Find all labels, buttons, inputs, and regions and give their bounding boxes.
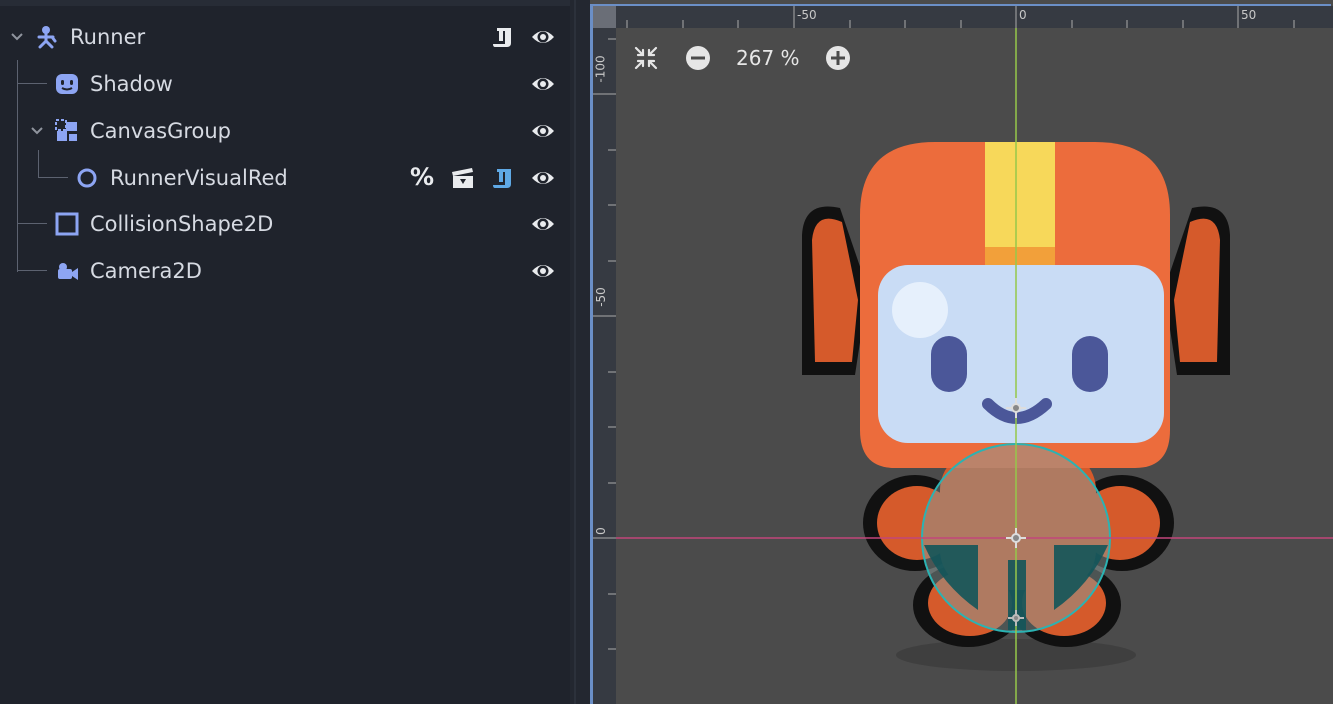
tree-item-label: CollisionShape2D xyxy=(90,212,274,236)
canvas-group-icon xyxy=(55,119,77,141)
camera-icon xyxy=(58,263,78,280)
script-icon[interactable] xyxy=(490,166,516,190)
collision-shape-icon xyxy=(55,212,79,236)
ruler-label: 0 xyxy=(1019,8,1027,22)
ruler-horizontal-ticks xyxy=(626,6,1295,28)
node2d-icon xyxy=(77,168,97,188)
visibility-eye-icon[interactable] xyxy=(530,212,556,236)
tree-item-label: Runner xyxy=(70,25,146,49)
tree-item-canvasgroup[interactable]: CanvasGroup xyxy=(0,108,570,154)
ruler-vertical[interactable]: -100 -50 0 xyxy=(593,28,616,704)
zoom-out-icon[interactable] xyxy=(684,44,712,72)
center-view-icon[interactable] xyxy=(632,44,660,72)
script-icon[interactable] xyxy=(490,25,516,49)
visibility-eye-icon[interactable] xyxy=(530,25,556,49)
zoom-in-icon[interactable] xyxy=(824,44,852,72)
tree-item-label: Shadow xyxy=(90,72,173,96)
ruler-vertical-ticks xyxy=(593,38,616,650)
tree-item-runnervisualred[interactable]: RunnerVisualRed % xyxy=(0,155,570,201)
unique-name-icon[interactable]: % xyxy=(410,163,436,191)
ruler-horizontal[interactable]: -50 0 50 xyxy=(616,6,1333,28)
ruler-label: 50 xyxy=(1241,8,1257,22)
tree-item-camera2d[interactable]: Camera2D xyxy=(0,248,570,294)
scene-instance-icon[interactable] xyxy=(450,166,476,190)
visibility-eye-icon[interactable] xyxy=(530,119,556,143)
visibility-eye-icon[interactable] xyxy=(530,166,556,190)
visibility-eye-icon[interactable] xyxy=(530,72,556,96)
tree-item-collisionshape2d[interactable]: CollisionShape2D xyxy=(0,201,570,247)
visibility-eye-icon[interactable] xyxy=(530,259,556,283)
ruler-corner[interactable] xyxy=(593,6,616,28)
chevron-down-icon[interactable] xyxy=(29,123,45,139)
ruler-label: -50 xyxy=(797,8,817,22)
tree-item-label: RunnerVisualRed xyxy=(110,166,288,190)
ruler-label: -100 xyxy=(593,55,608,83)
character-body-icon xyxy=(37,26,57,49)
viewport-frame xyxy=(590,4,1331,704)
tree-item-runner[interactable]: Runner xyxy=(0,14,570,60)
panel-top-border xyxy=(0,0,570,6)
ruler-label: -50 xyxy=(593,287,608,307)
zoom-level-label[interactable]: 267 % xyxy=(736,46,800,70)
canvas-viewport[interactable]: -50 0 50 -100 -50 0 267 % xyxy=(590,0,1333,704)
tree-item-shadow[interactable]: Shadow xyxy=(0,61,570,107)
tree-item-label: Camera2D xyxy=(90,259,202,283)
tree-item-label: CanvasGroup xyxy=(90,119,232,143)
ruler-label: 0 xyxy=(593,527,608,535)
panel-splitter[interactable] xyxy=(570,0,590,704)
sprite-icon xyxy=(56,74,78,94)
scene-tree-panel: Runner Shadow CanvasGroup RunnerVisualRe… xyxy=(0,0,570,704)
chevron-down-icon[interactable] xyxy=(9,29,25,45)
